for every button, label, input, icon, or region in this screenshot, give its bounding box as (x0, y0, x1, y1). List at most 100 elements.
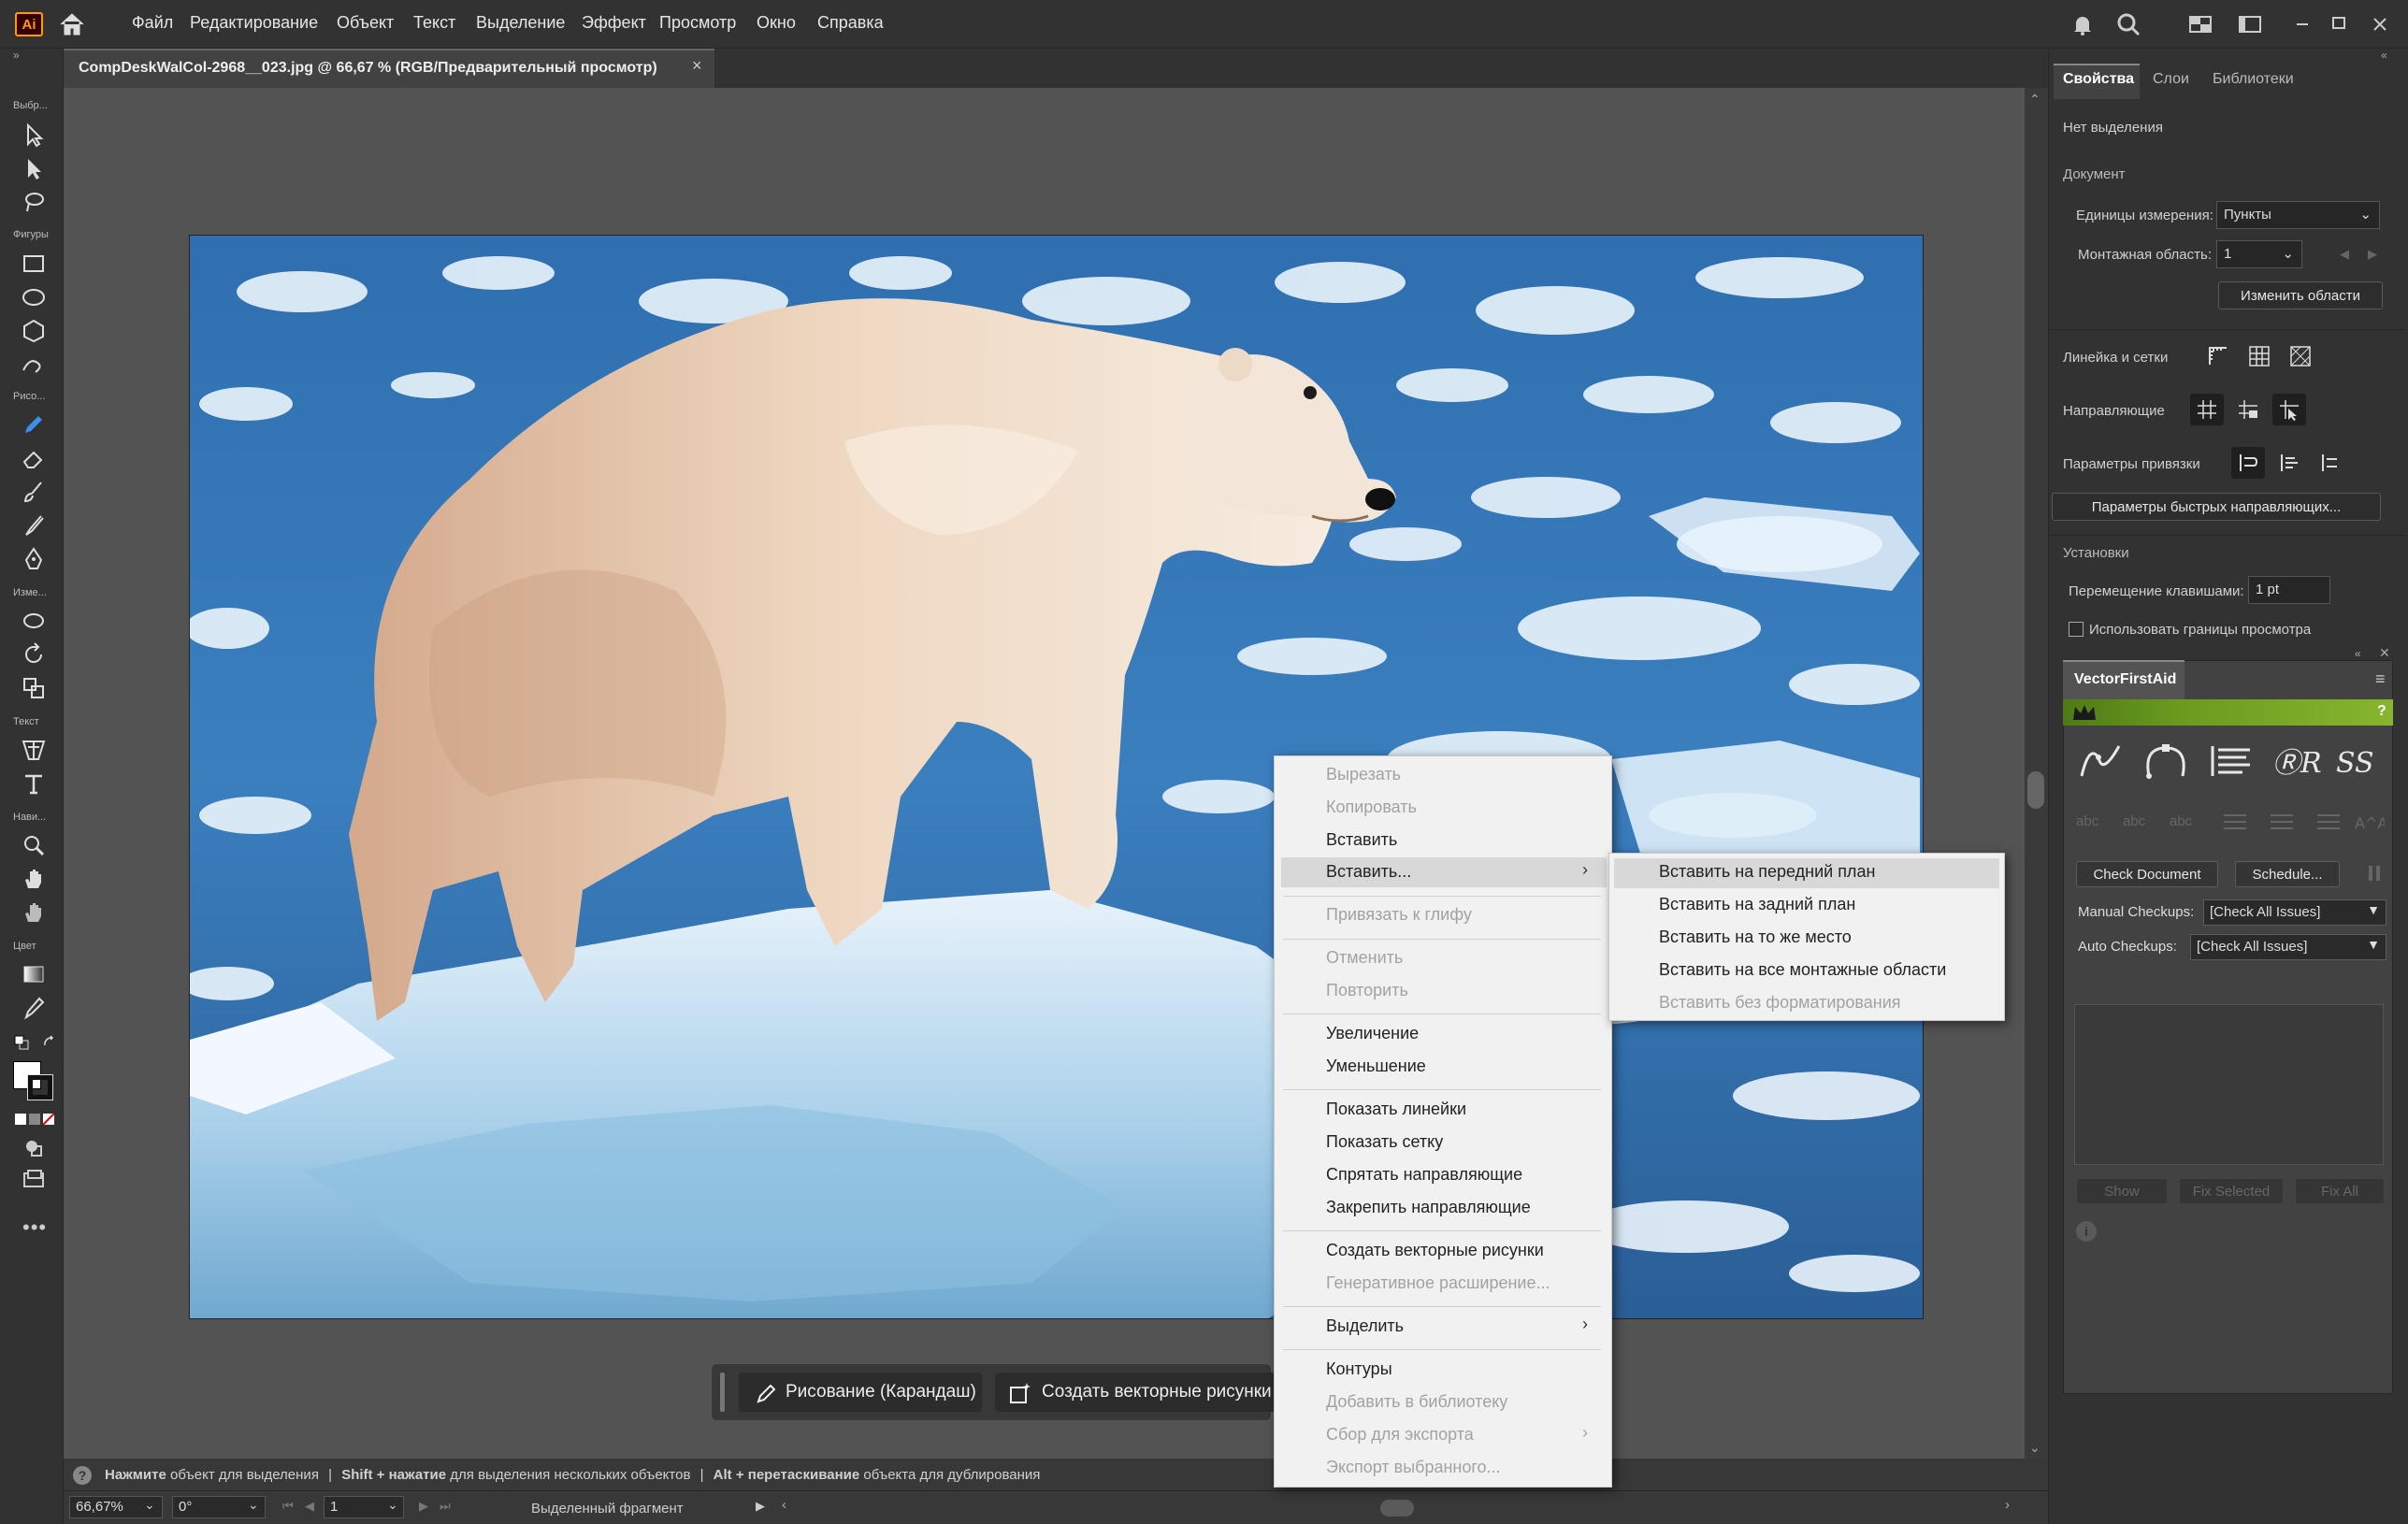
next-artboard-icon[interactable]: ▶ (419, 1499, 428, 1514)
paste-in-front[interactable]: Вставить на передний план (1659, 862, 1875, 882)
check-document-button[interactable]: Check Document (2076, 861, 2218, 887)
vertical-scroll-thumb[interactable] (2027, 771, 2044, 809)
artboard-photo[interactable] (189, 235, 1924, 1319)
menu-object[interactable]: Объект (337, 13, 394, 33)
ctx-create-vectors[interactable]: Создать векторные рисунки (1326, 1241, 1544, 1260)
smart-guides-settings-button[interactable]: Параметры быстрых направляющих... (2052, 493, 2381, 521)
type-tool-icon[interactable] (19, 769, 49, 798)
free-transform-tool-icon[interactable] (19, 673, 49, 703)
document-tab-title[interactable]: CompDeskWalCol-2968__023.jpg @ 66,67 % (… (79, 60, 657, 77)
blob-brush-tool-icon[interactable] (19, 510, 49, 540)
menu-help[interactable]: Справка (817, 13, 884, 33)
color-mode-icons[interactable] (15, 1113, 55, 1126)
workspace-icon[interactable] (2237, 11, 2263, 37)
artboard-dropdown-icon[interactable]: ⌄ (387, 1497, 398, 1513)
ctx-zoom-out[interactable]: Уменьшение (1326, 1057, 1426, 1076)
show-guides-icon[interactable] (2190, 394, 2224, 425)
paintbrush-tool-icon[interactable] (19, 477, 49, 507)
ctx-paste[interactable]: Вставить (1326, 830, 1397, 850)
pause-icon[interactable] (2366, 863, 2383, 884)
vfa-registered-tool-icon[interactable]: ⓇR (2271, 739, 2323, 784)
width-tool-icon[interactable] (19, 606, 49, 636)
vfa-close-icon[interactable]: ✕ (2379, 645, 2390, 661)
menu-file[interactable]: Файл (132, 13, 173, 33)
task-bar-grip[interactable] (720, 1373, 725, 1412)
draw-pencil-button[interactable]: Рисование (Карандаш) (739, 1373, 982, 1412)
rotate-tool-icon[interactable] (19, 640, 49, 669)
hand-tool-icon[interactable] (19, 864, 49, 894)
pen-tool-icon[interactable] (19, 544, 49, 574)
vfa-help-icon[interactable]: ? (2377, 703, 2386, 720)
collapse-panels-icon[interactable]: « (2381, 49, 2387, 62)
ctx-collect-for-export[interactable]: Сбор для экспорта (1326, 1425, 1474, 1445)
direct-selection-tool-icon[interactable] (19, 153, 49, 183)
ctx-outlines[interactable]: Контуры (1326, 1359, 1392, 1379)
paste-without-formatting[interactable]: Вставить без форматирования (1659, 993, 1901, 1013)
ctx-show-rulers[interactable]: Показать линейки (1326, 1100, 1466, 1119)
next-artboard-panel-icon[interactable]: ▶ (2368, 247, 2377, 262)
more-tools-icon[interactable]: ••• (22, 1215, 47, 1240)
vfa-curve-tool-icon[interactable] (2074, 739, 2127, 784)
create-vectors-button[interactable]: Создать векторные рисунки (995, 1373, 1276, 1412)
menu-window[interactable]: Окно (757, 13, 796, 33)
help-icon[interactable]: ? (73, 1466, 92, 1485)
ctx-generative-expand[interactable]: Генеративное расширение... (1326, 1273, 1550, 1293)
home-icon[interactable] (58, 11, 86, 37)
close-window-icon[interactable] (2367, 11, 2393, 37)
issues-list[interactable] (2074, 1004, 2384, 1165)
ctx-paste-special[interactable]: Вставить... (1326, 862, 1411, 882)
auto-checkups-dropdown[interactable]: [Check All Issues] ▼ (2190, 934, 2386, 960)
vfa-collapse-icon[interactable]: « (2355, 647, 2361, 660)
rotate-view-tool-icon[interactable] (19, 898, 49, 927)
pencil-tool-icon[interactable] (19, 410, 49, 439)
arrange-documents-icon[interactable] (2187, 11, 2213, 37)
ctx-undo[interactable]: Отменить (1326, 948, 1403, 968)
ctx-redo[interactable]: Повторить (1326, 981, 1408, 1000)
show-button[interactable]: Show (2076, 1178, 2168, 1204)
vfa-font-tool-icon[interactable]: SS (2334, 739, 2386, 784)
artboard-dropdown[interactable]: 1 ⌄ (2216, 240, 2302, 268)
info-icon[interactable]: i (2076, 1221, 2097, 1242)
ruler-icon[interactable] (2201, 340, 2235, 372)
vfa-nodes-tool-icon[interactable] (2140, 739, 2192, 784)
paste-on-all-artboards[interactable]: Вставить на все монтажные области (1659, 960, 1946, 980)
last-artboard-icon[interactable]: ⏭ (440, 1499, 451, 1514)
ctx-add-to-library[interactable]: Добавить в библиотеку (1326, 1392, 1507, 1412)
bell-icon[interactable] (2069, 11, 2096, 37)
tab-properties[interactable]: Свойства (2063, 71, 2134, 88)
ctx-hide-guides[interactable]: Спрятать направляющие (1326, 1165, 1522, 1185)
eyedropper-tool-icon[interactable] (19, 993, 49, 1023)
smart-guides-icon[interactable] (2272, 394, 2306, 425)
ctx-show-grid[interactable]: Показать сетку (1326, 1132, 1443, 1152)
schedule-button[interactable]: Schedule... (2235, 861, 2340, 887)
menu-edit[interactable]: Редактирование (190, 13, 318, 33)
manual-checkups-dropdown[interactable]: [Check All Issues] ▼ (2203, 899, 2386, 926)
status-menu-arrow-icon[interactable]: ▶ (756, 1499, 765, 1514)
rotation-dropdown-icon[interactable]: ⌄ (248, 1497, 259, 1513)
menu-select[interactable]: Выделение (476, 13, 565, 33)
ctx-cut[interactable]: Вырезать (1326, 765, 1401, 784)
lock-guides-icon[interactable] (2231, 394, 2265, 425)
fix-selected-button[interactable]: Fix Selected (2179, 1178, 2284, 1204)
fix-all-button[interactable]: Fix All (2295, 1178, 2385, 1204)
prev-artboard-icon[interactable]: ◀ (305, 1499, 314, 1514)
ctx-lock-guides[interactable]: Закрепить направляющие (1326, 1198, 1531, 1217)
selection-status[interactable]: Выделенный фрагмент (531, 1501, 684, 1517)
draw-mode-icon[interactable] (19, 1133, 49, 1163)
snap-to-point-icon[interactable] (2231, 447, 2265, 479)
swap-colors-icon[interactable] (41, 1034, 58, 1051)
minimize-icon[interactable] (2289, 11, 2315, 37)
ellipse-tool-icon[interactable] (19, 282, 49, 312)
prev-artboard-panel-icon[interactable]: ◀ (2340, 247, 2349, 262)
search-icon[interactable] (2115, 11, 2141, 37)
preview-bounds-checkbox[interactable] (2069, 622, 2084, 637)
scroll-down-icon[interactable]: ⌄ (2029, 1440, 2040, 1456)
zoom-dropdown-icon[interactable]: ⌄ (144, 1497, 155, 1513)
transparency-grid-icon[interactable] (2284, 340, 2317, 372)
scroll-up-icon[interactable]: ⌃ (2029, 92, 2040, 108)
units-dropdown[interactable]: Пункты ⌄ (2216, 201, 2380, 229)
screen-mode-icon[interactable] (19, 1165, 49, 1195)
paste-in-place[interactable]: Вставить на то же место (1659, 927, 1852, 947)
keyboard-increment-input[interactable]: 1 pt (2248, 576, 2330, 604)
snap-to-pixel-icon[interactable] (2272, 447, 2306, 479)
